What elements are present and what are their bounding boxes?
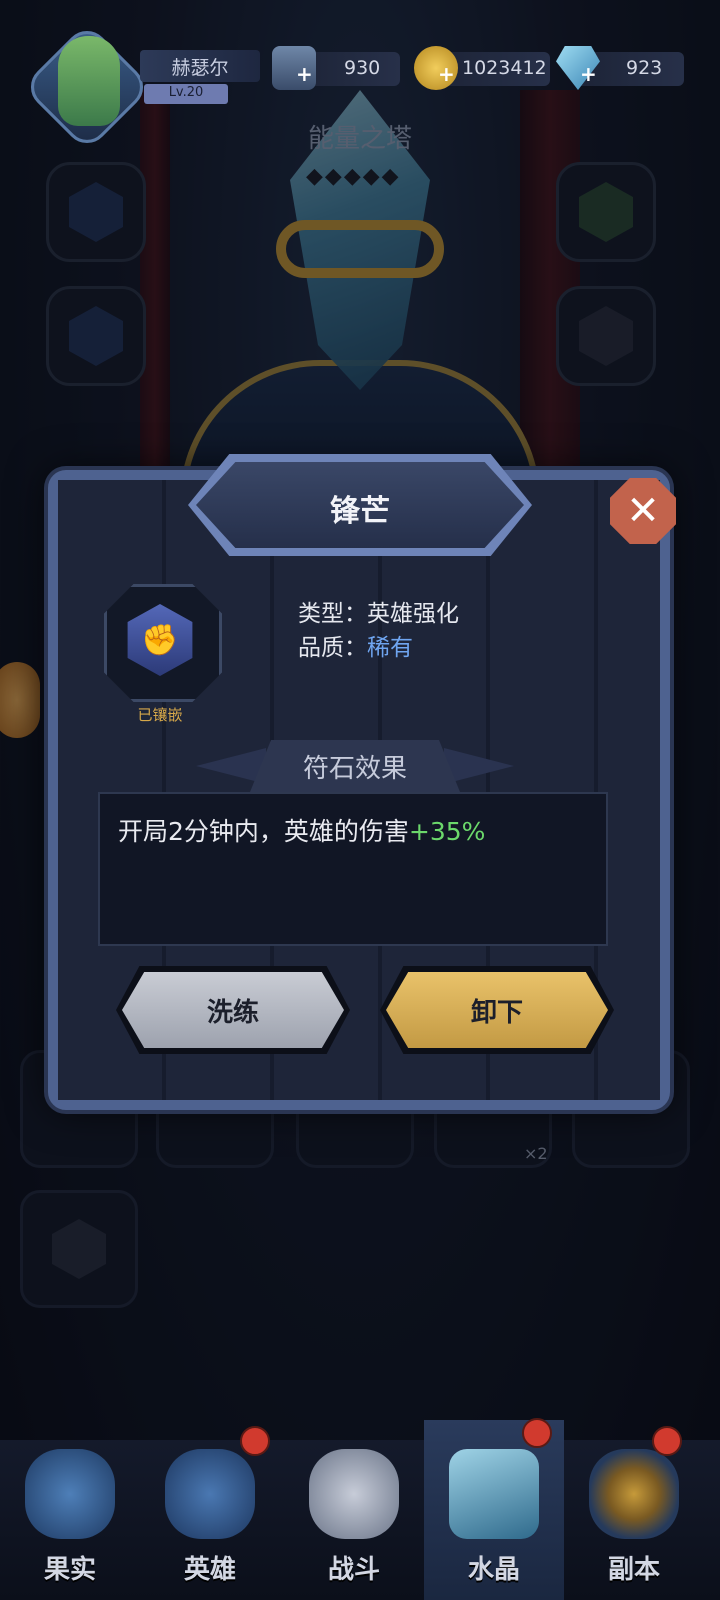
nav-fruit-label: 果实 [43,1555,96,1585]
crystal-icon [449,1449,539,1539]
nav-battle-label: 战斗 [327,1555,380,1585]
rune-quality-label: 品质： [298,635,367,661]
unequip-button[interactable]: 卸下 [386,972,608,1048]
nav-crystal-label: 水晶 [467,1555,520,1585]
player-avatar[interactable] [58,36,120,126]
diamond-add-icon[interactable]: + [580,62,597,86]
fruit-icon [25,1449,115,1539]
reroll-button[interactable]: 洗练 [122,972,344,1048]
player-name: 赫瑟尔 [171,57,229,79]
battle-icon [309,1449,399,1539]
dungeon-notification-badge [652,1426,682,1456]
effect-text: 开局2分钟内，英雄的伤害 [118,817,409,846]
nav-crystal[interactable]: 水晶 [424,1420,564,1600]
rune-type-label: 类型： [298,601,367,627]
effect-description: 开局2分钟内，英雄的伤害+35% [118,812,598,848]
stamina-add-icon[interactable]: + [296,62,313,86]
rune-status: 已镶嵌 [137,706,183,724]
hero-notification-badge [240,1426,270,1456]
close-icon: ✕ [626,488,660,534]
modal-title: 锋芒 [330,494,390,529]
rune-quality-value: 稀有 [367,635,413,661]
nav-dungeon[interactable]: 副本 [564,1420,704,1600]
section-title: 符石效果 [302,754,407,784]
gold-add-icon[interactable]: + [438,62,455,86]
nav-dungeon-label: 副本 [607,1555,660,1585]
crystal-notification-badge [522,1418,552,1448]
dungeon-icon [589,1449,679,1539]
nav-hero-label: 英雄 [183,1555,236,1585]
effect-bonus: +35% [408,817,486,846]
hero-icon [165,1449,255,1539]
close-button[interactable]: ✕ [610,478,676,544]
rune-quality-row: 品质：稀有 [298,628,413,662]
gold-value: 1023412 [462,57,547,79]
rune-type-row: 类型：英雄强化 [298,594,459,628]
player-level: Lv.20 [168,85,204,100]
stamina-value: 930 [344,57,381,79]
diamond-value: 923 [626,57,663,79]
nav-fruit[interactable]: 果实 [0,1420,140,1600]
rune-type-value: 英雄强化 [367,601,459,627]
nav-battle[interactable]: 战斗 [284,1420,424,1600]
